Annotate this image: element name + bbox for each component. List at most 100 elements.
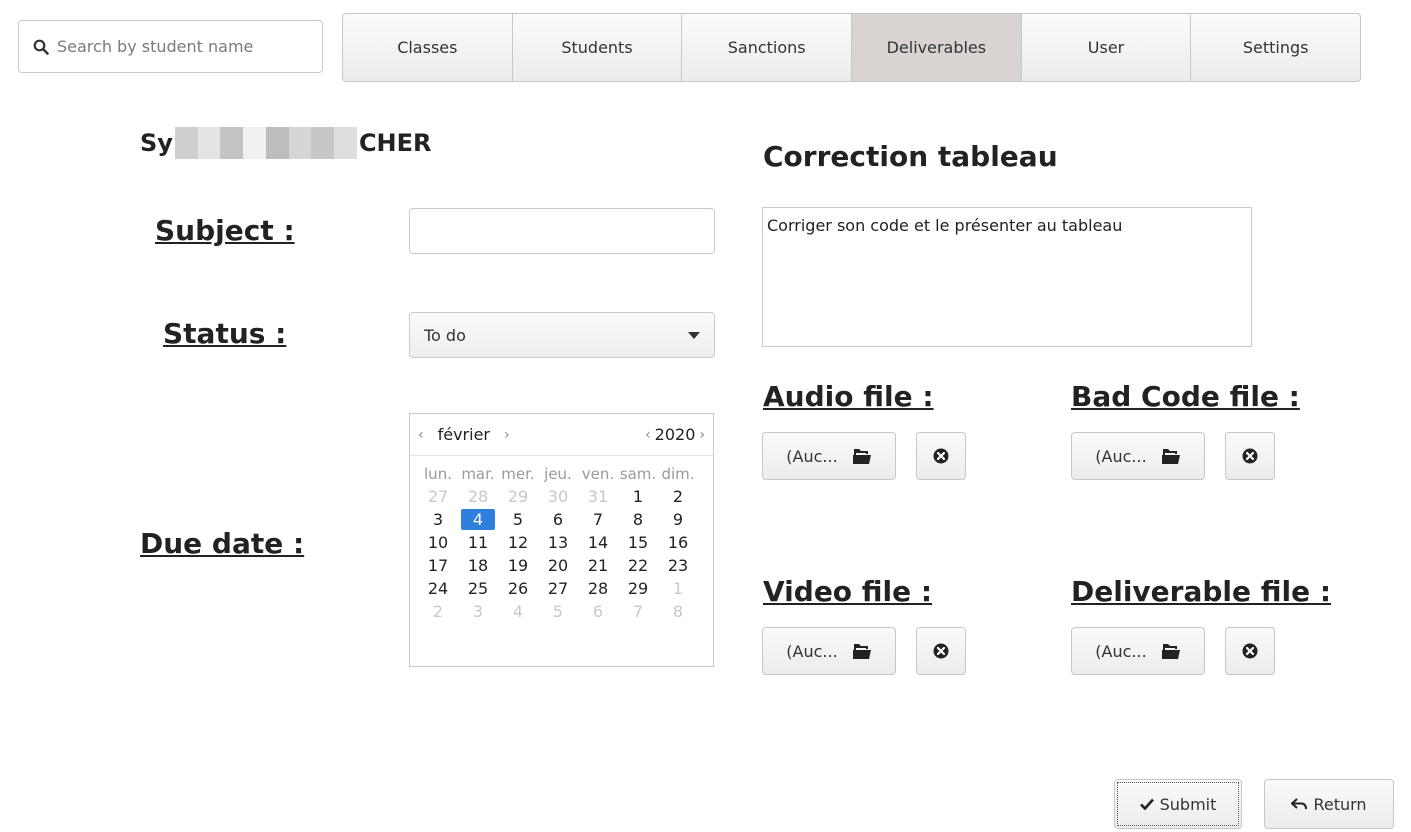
calendar-day[interactable]: 24: [418, 579, 458, 598]
calendar-day-number: 9: [672, 510, 684, 529]
calendar-day[interactable]: 26: [498, 579, 538, 598]
tab-settings[interactable]: Settings: [1191, 14, 1360, 81]
calendar-day[interactable]: 30: [538, 487, 578, 506]
subject-label: Subject :: [155, 214, 295, 247]
calendar-day[interactable]: 25: [458, 579, 498, 598]
calendar-day[interactable]: 7: [618, 602, 658, 621]
calendar-day[interactable]: 17: [418, 556, 458, 575]
calendar-day[interactable]: 8: [658, 602, 698, 621]
calendar-day-number: 18: [467, 556, 489, 575]
audio-file-button[interactable]: (Auc...: [762, 432, 896, 480]
calendar-day[interactable]: 27: [418, 487, 458, 506]
calendar-day[interactable]: 14: [578, 533, 618, 552]
calendar-day[interactable]: 7: [578, 510, 618, 529]
next-year-button[interactable]: ›: [699, 427, 705, 443]
bad-code-file-button[interactable]: (Auc...: [1071, 432, 1205, 480]
calendar-day[interactable]: 28: [458, 487, 498, 506]
calendar-day[interactable]: 5: [538, 602, 578, 621]
calendar-day-number: 28: [587, 579, 609, 598]
weekday-label: mar.: [461, 464, 495, 483]
calendar-day[interactable]: 1: [618, 487, 658, 506]
description-textarea[interactable]: Corriger son code et le présenter au tab…: [762, 207, 1252, 347]
calendar-day-number: 31: [587, 487, 609, 506]
calendar-day[interactable]: 6: [578, 602, 618, 621]
calendar-day[interactable]: 19: [498, 556, 538, 575]
calendar-day[interactable]: 21: [578, 556, 618, 575]
calendar-day-number: 28: [467, 487, 489, 506]
calendar-day-number: 16: [667, 533, 689, 552]
calendar-day[interactable]: 31: [578, 487, 618, 506]
video-file-button[interactable]: (Auc...: [762, 627, 896, 675]
calendar-day[interactable]: 29: [618, 579, 658, 598]
calendar-day[interactable]: 27: [538, 579, 578, 598]
calendar-day[interactable]: 2: [418, 602, 458, 621]
status-select[interactable]: To do: [409, 312, 715, 358]
calendar-day[interactable]: 28: [578, 579, 618, 598]
tab-deliverables[interactable]: Deliverables: [852, 14, 1022, 81]
calendar-day-number: 6: [592, 602, 604, 621]
calendar-day[interactable]: 3: [418, 510, 458, 529]
prev-month-button[interactable]: ‹: [418, 427, 424, 443]
tab-sanctions[interactable]: Sanctions: [682, 14, 853, 81]
audio-clear-button[interactable]: [916, 432, 966, 480]
calendar-day[interactable]: 8: [618, 510, 658, 529]
calendar-day[interactable]: 23: [658, 556, 698, 575]
return-label: Return: [1313, 794, 1367, 814]
calendar-day-selected[interactable]: 4: [458, 509, 498, 530]
search-input[interactable]: Search by student name: [18, 20, 323, 73]
return-button[interactable]: Return: [1264, 779, 1394, 829]
calendar-day[interactable]: 3: [458, 602, 498, 621]
folder-open-icon: [1161, 644, 1180, 659]
calendar-day[interactable]: 29: [498, 487, 538, 506]
calendar-day-number: 7: [592, 510, 604, 529]
chevron-down-icon: [688, 331, 700, 339]
tab-user[interactable]: User: [1022, 14, 1192, 81]
calendar-day[interactable]: 13: [538, 533, 578, 552]
video-clear-button[interactable]: [916, 627, 966, 675]
calendar-day[interactable]: 18: [458, 556, 498, 575]
calendar-day[interactable]: 12: [498, 533, 538, 552]
calendar-day[interactable]: 16: [658, 533, 698, 552]
tab-classes[interactable]: Classes: [343, 14, 513, 81]
close-circle-icon: [1242, 448, 1258, 464]
calendar-day-number: 8: [632, 510, 644, 529]
weekday-label: mer.: [501, 464, 535, 483]
calendar-day-number: 1: [672, 579, 684, 598]
calendar-week: 24 25 26 27 28 29 1: [418, 577, 698, 600]
search-icon: [33, 39, 49, 55]
calendar-day[interactable]: 15: [618, 533, 658, 552]
calendar-day-number: 6: [552, 510, 564, 529]
calendar-day-number: 4: [460, 509, 496, 530]
prev-year-button[interactable]: ‹: [645, 427, 651, 443]
weekday-label: jeu.: [544, 464, 572, 483]
video-file-value: (Auc...: [786, 641, 838, 661]
next-month-button[interactable]: ›: [504, 427, 510, 443]
calendar-day[interactable]: 22: [618, 556, 658, 575]
calendar-day[interactable]: 10: [418, 533, 458, 552]
calendar-day[interactable]: 6: [538, 510, 578, 529]
calendar-day-number: 19: [507, 556, 529, 575]
submit-button[interactable]: Submit: [1114, 779, 1242, 829]
weekday-label: sam.: [619, 464, 657, 483]
calendar-day[interactable]: 5: [498, 510, 538, 529]
calendar-day[interactable]: 4: [498, 602, 538, 621]
calendar-day-number: 17: [427, 556, 449, 575]
calendar-day-number: 2: [432, 602, 444, 621]
calendar-day-number: 27: [427, 487, 449, 506]
calendar-day[interactable]: 1: [658, 579, 698, 598]
calendar-day[interactable]: 20: [538, 556, 578, 575]
deliverable-clear-button[interactable]: [1225, 627, 1275, 675]
calendar-day-number: 20: [547, 556, 569, 575]
calendar-day-number: 5: [512, 510, 524, 529]
deliverable-file-button[interactable]: (Auc...: [1071, 627, 1205, 675]
calendar-day-number: 12: [507, 533, 529, 552]
return-arrow-icon: [1291, 798, 1308, 810]
tab-students[interactable]: Students: [513, 14, 683, 81]
bad-code-clear-button[interactable]: [1225, 432, 1275, 480]
calendar-day-number: 30: [547, 487, 569, 506]
calendar-day[interactable]: 11: [458, 533, 498, 552]
calendar-day[interactable]: 9: [658, 510, 698, 529]
subject-field[interactable]: [409, 208, 715, 254]
calendar-day-number: 2: [672, 487, 684, 506]
calendar-day[interactable]: 2: [658, 487, 698, 506]
